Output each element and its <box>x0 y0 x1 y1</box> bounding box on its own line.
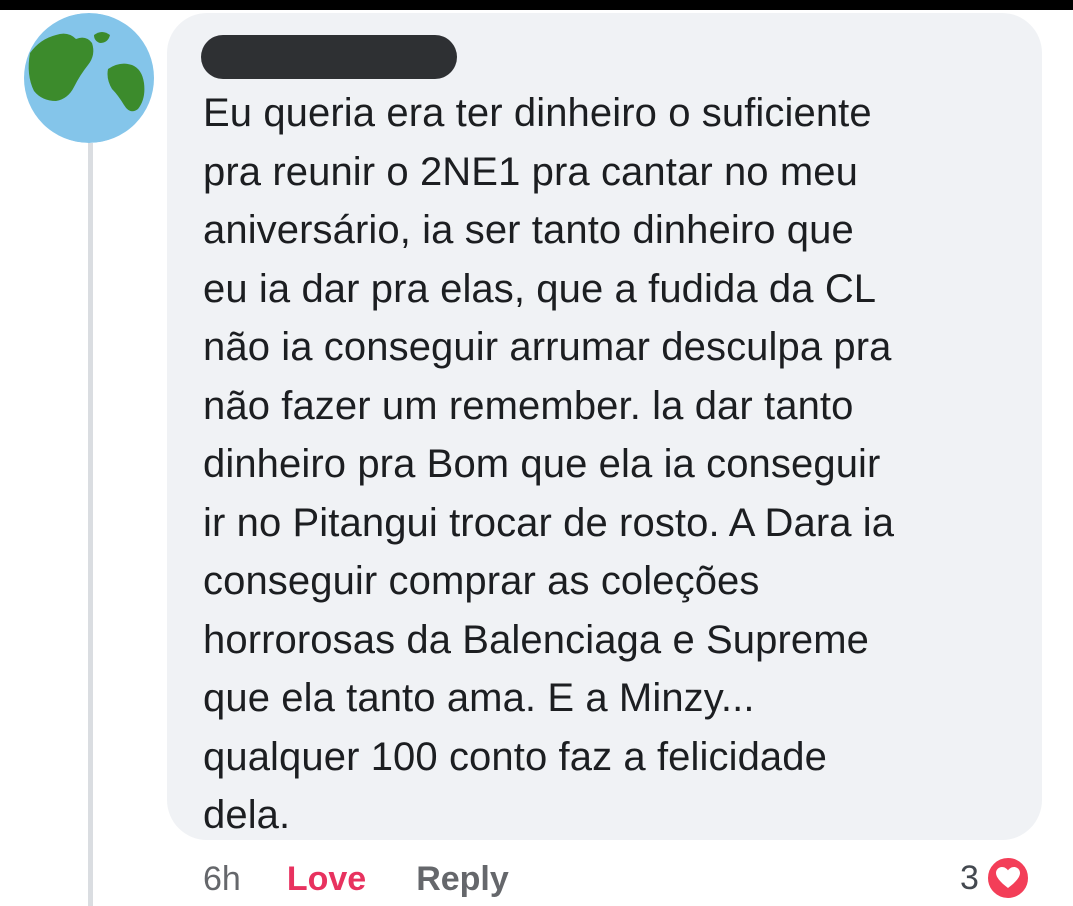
heart-icon <box>984 855 1031 901</box>
top-edge-bar <box>0 0 1073 10</box>
comment-line: Eu queria era ter dinheiro o suficiente <box>203 91 872 135</box>
comment-timestamp[interactable]: 6h <box>203 860 241 899</box>
reaction-summary[interactable]: 3 <box>960 853 1031 903</box>
comment-screen: Eu queria era ter dinheiro o suficiente … <box>0 0 1073 906</box>
comment-text: Eu queria era ter dinheiro o suficiente … <box>203 84 1023 845</box>
comment-line: dinheiro pra Bom que ela ia conseguir <box>203 442 881 486</box>
comment-line: conseguir comprar as coleções <box>203 559 760 603</box>
thread-line <box>88 143 93 906</box>
comment-line: ir no Pitangui trocar de rosto. A Dara i… <box>203 500 895 545</box>
comment-line: que ela tanto ama. E a Minzy... <box>203 676 755 720</box>
love-button[interactable]: Love <box>287 860 366 899</box>
comment-line: dela. <box>203 793 291 837</box>
comment-line: não ia conseguir arrumar desculpa pra <box>203 325 892 369</box>
comment-line: qualquer 100 conto faz a felicidade <box>203 734 827 779</box>
comment-actions: 6h Love Reply <box>203 856 509 902</box>
reaction-count: 3 <box>960 858 979 897</box>
reply-button[interactable]: Reply <box>416 860 509 899</box>
comment-line: eu ia dar pra elas, que a fudida da CL <box>203 266 877 311</box>
comment-line: aniversário, ia ser tanto dinheiro que <box>203 208 854 252</box>
redacted-author-name <box>201 35 457 79</box>
avatar[interactable] <box>22 13 156 143</box>
comment-line: horrorosas da Balenciaga e Supreme <box>203 617 870 662</box>
comment-line: pra reunir o 2NE1 pra cantar no meu <box>203 149 858 194</box>
comment-line: não fazer um remember. la dar tanto <box>203 383 854 428</box>
